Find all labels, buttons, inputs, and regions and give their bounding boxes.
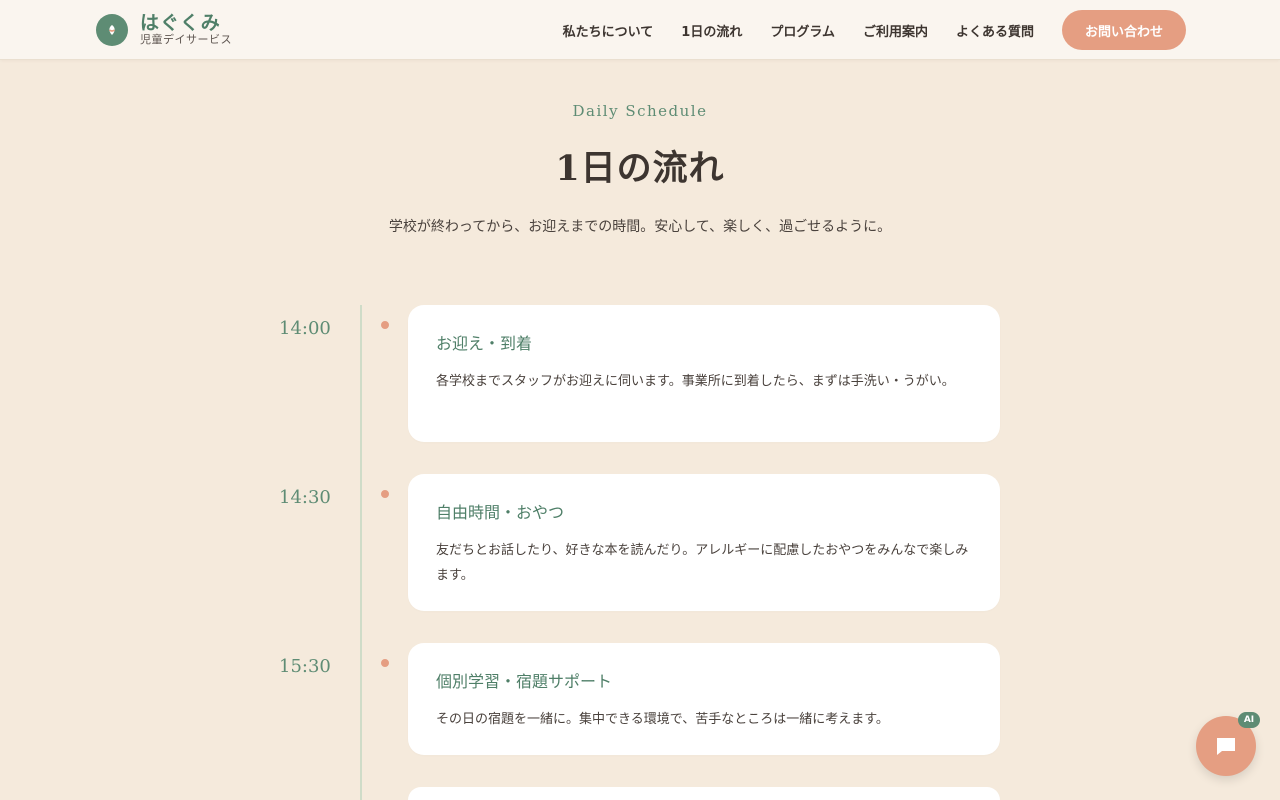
schedule-card [408,787,1000,800]
schedule-time: 14:30 [279,487,331,508]
schedule-card: 自由時間・おやつ 友だちとお話したり、好きな本を読んだり。アレルギーに配慮したお… [408,474,1000,611]
site-logo[interactable]: はぐくみ 児童デイサービス [96,13,232,47]
nav-about[interactable]: 私たちについて [563,21,654,40]
section-title: 1日の流れ [555,148,725,189]
section-lead: 学校が終わってから、お迎えまでの時間。安心して、楽しく、過ごせるように。 [388,219,892,235]
site-header: はぐくみ 児童デイサービス 私たちについて 1日の流れ プログラム ご利用案内 … [0,0,1280,60]
schedule-card-title: 自由時間・おやつ [436,503,565,522]
contact-button[interactable]: お問い合わせ [1062,10,1186,50]
timeline-dot [379,488,391,500]
logo-leaf-icon [96,14,128,46]
schedule-time: 15:30 [279,656,331,677]
timeline-dot [379,319,391,331]
schedule-card-title: 個別学習・宿題サポート [436,672,613,691]
section-eyebrow: Daily Schedule [572,102,708,120]
schedule-card-text: その日の宿題を一緒に。集中できる環境で、苦手なところは一緒に考えます。 [436,712,889,727]
timeline-line [360,305,362,800]
schedule-card: お迎え・到着 各学校までスタッフがお迎えに伺います。事業所に到着したら、まずは手… [408,305,1000,442]
timeline-dot [379,657,391,669]
nav-faq[interactable]: よくある質問 [956,21,1034,40]
schedule-card-text: 各学校までスタッフがお迎えに伺います。事業所に到着したら、まずは手洗い・うがい。 [436,374,955,389]
schedule-card-text: 友だちとお話したり、好きな本を読んだり。アレルギーに配慮したおやつをみんなで楽し… [436,543,969,583]
ai-badge: AI [1238,712,1260,728]
logo-subtitle: 児童デイサービス [140,33,232,46]
chat-bubble-icon [1217,738,1235,755]
main-nav: 私たちについて 1日の流れ プログラム ご利用案内 よくある質問 お問い合わせ [563,0,1186,60]
nav-guide[interactable]: ご利用案内 [863,21,928,40]
nav-program[interactable]: プログラム [770,21,835,40]
logo-name: はぐくみ [140,12,221,34]
schedule-time: 14:00 [279,318,331,339]
schedule-card-title: お迎え・到着 [436,334,533,353]
nav-daily-schedule[interactable]: 1日の流れ [681,21,742,40]
schedule-card: 個別学習・宿題サポート その日の宿題を一緒に。集中できる環境で、苦手なところは一… [408,643,1000,755]
